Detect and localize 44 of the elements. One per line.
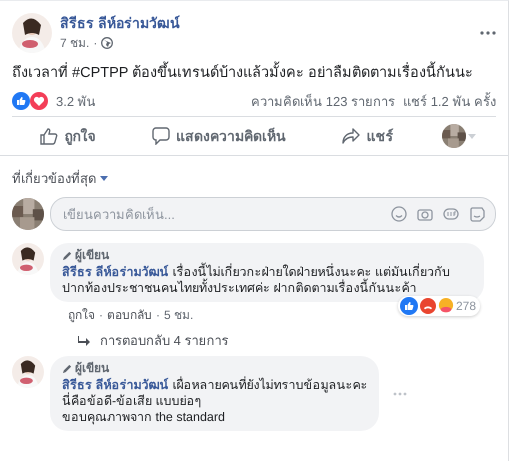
- comment-input-field[interactable]: เขียนความคิดเห็น...: [61, 206, 381, 223]
- angry-reaction-icon: [420, 298, 436, 314]
- heart-reaction-icon: [30, 92, 48, 110]
- sort-dropdown[interactable]: ที่เกี่ยวข้องที่สุด: [12, 168, 108, 190]
- comment-time[interactable]: 5 ชม.: [164, 308, 194, 323]
- share-arrow-icon: [342, 127, 360, 146]
- comment-button[interactable]: แสดงความคิดเห็น: [144, 121, 294, 152]
- caret-icon: [100, 176, 108, 182]
- reaction-summary[interactable]: 278: [398, 296, 480, 316]
- author-link[interactable]: สิรีธร ลีห์อร่ามวัฒน์: [62, 265, 168, 280]
- share-count[interactable]: แชร์ 1.2 พัน ครั้ง: [403, 94, 496, 110]
- author-link[interactable]: สิรีธร ลีห์อร่ามวัฒน์: [62, 378, 168, 392]
- post-time[interactable]: 7 ชม.: [60, 36, 90, 51]
- separator-dot: ·: [156, 308, 160, 323]
- pencil-icon: [62, 250, 73, 261]
- like-reaction-icon: [400, 297, 418, 316]
- hug-reaction-icon: [438, 298, 454, 314]
- comment-text: สิรีธร ลีห์อร่ามวัฒน์ เผื่อหลายคนที่ยังไม่ทราบข้อมูลนะคะ นี่คือข้อดี-ข้อเสีย แบบย่อๆ ขอบคุณภาพจาก the standard: [62, 377, 368, 426]
- more-options-icon[interactable]: [480, 31, 496, 35]
- replies-link[interactable]: การตอบกลับ 4 รายการ: [78, 332, 496, 348]
- smiley-icon[interactable]: [391, 206, 407, 222]
- reaction-count[interactable]: 3.2 พัน: [56, 94, 96, 110]
- comment-text: สิรีธร ลีห์อร่ามวัฒน์ เรื่องนี้ไม่เกี่ยวกะฝ่ายใดฝ่ายหนึ่งนะคะ แต่มันเกี่ยวกับปากท้องประชาชนคนไทยทั้งประเทศค่ะ ฝากติดตามเรื่องนี้กันนะค้า: [62, 264, 472, 296]
- caret-icon[interactable]: [468, 134, 476, 139]
- reply-arrow-icon: [78, 336, 90, 346]
- like-button[interactable]: ถูกใจ: [32, 121, 104, 152]
- like-link[interactable]: ถูกใจ: [68, 308, 95, 323]
- separator-dot: ·: [93, 36, 98, 51]
- author-label: ผู้เขียน: [75, 247, 109, 264]
- author-label: ผู้เขียน: [75, 360, 109, 376]
- gif-icon[interactable]: [443, 207, 459, 222]
- like-reaction-icon: [12, 92, 30, 110]
- separator-dot: ·: [99, 308, 103, 323]
- sticker-icon[interactable]: [469, 206, 485, 222]
- reply-link[interactable]: ตอบกลับ: [107, 308, 152, 323]
- globe-icon: [101, 37, 114, 50]
- comment-count[interactable]: ความคิดเห็น 123 รายการ: [251, 94, 396, 110]
- speech-bubble-icon: [152, 127, 170, 146]
- share-button[interactable]: แชร์: [334, 121, 402, 152]
- author-name[interactable]: สิรีธร ลีห์อร่ามวัฒน์: [60, 15, 472, 32]
- reaction-count: 278: [456, 298, 476, 314]
- thumbs-up-icon: [40, 127, 58, 146]
- comment-box[interactable]: เขียนความคิดเห็น...: [50, 197, 496, 232]
- pencil-icon: [62, 362, 73, 374]
